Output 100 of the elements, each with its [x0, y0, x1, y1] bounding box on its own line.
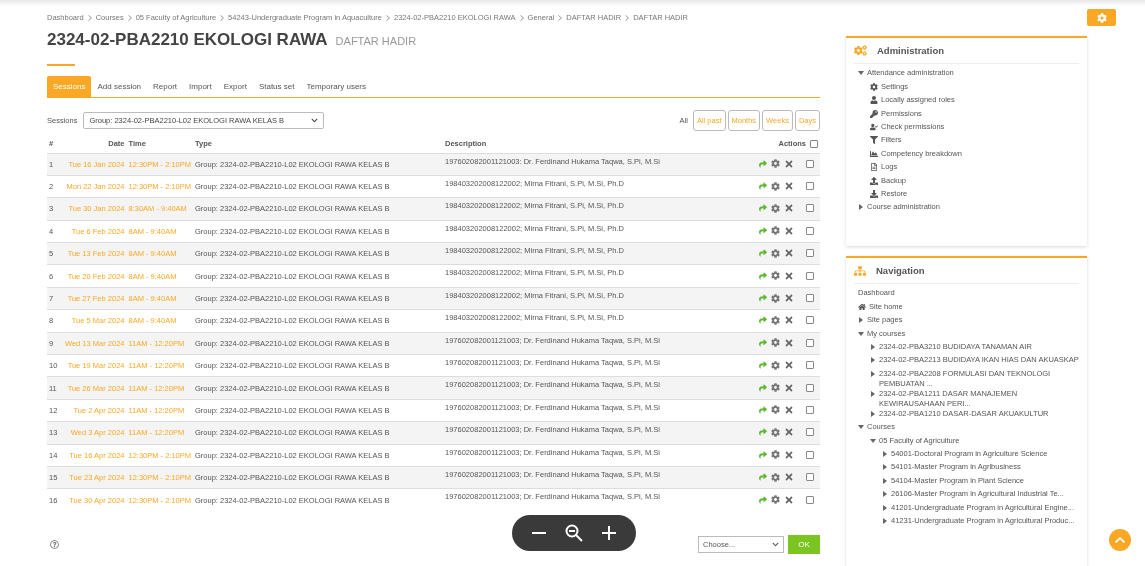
share-icon[interactable]	[759, 182, 767, 191]
caret-icon[interactable]	[870, 357, 876, 364]
caret-icon[interactable]	[858, 330, 864, 337]
user-check-icon	[870, 123, 878, 131]
gear-icon[interactable]	[771, 159, 780, 169]
share-icon[interactable]	[759, 473, 767, 482]
checkbox[interactable]	[806, 294, 814, 303]
gear-icon	[870, 82, 878, 91]
document-icon	[870, 163, 878, 172]
close-icon[interactable]	[784, 472, 794, 483]
chevron-icon	[625, 15, 630, 21]
gear-icon[interactable]	[771, 360, 780, 370]
share-icon[interactable]	[759, 159, 767, 168]
checkbox[interactable]	[806, 473, 814, 482]
caret-icon[interactable]	[870, 437, 876, 444]
gear-icon[interactable]	[771, 315, 780, 325]
close-icon[interactable]	[784, 449, 794, 460]
caret-icon[interactable]	[870, 390, 876, 397]
checkbox[interactable]	[806, 406, 814, 414]
chevron-icon	[127, 15, 132, 21]
share-icon[interactable]	[759, 361, 767, 370]
share-icon[interactable]	[759, 495, 767, 504]
caret-icon[interactable]	[882, 464, 888, 471]
caret-icon[interactable]	[882, 504, 888, 511]
gear-icon[interactable]	[771, 495, 780, 505]
gear-icon[interactable]	[771, 472, 780, 482]
help-icon[interactable]	[50, 540, 59, 550]
gear-icon[interactable]	[771, 248, 780, 258]
close-icon[interactable]	[784, 248, 794, 259]
checkbox[interactable]	[810, 139, 818, 148]
close-icon[interactable]	[784, 270, 794, 281]
share-icon[interactable]	[759, 338, 767, 347]
caret-icon[interactable]	[858, 204, 864, 211]
close-icon[interactable]	[784, 158, 794, 169]
checkbox[interactable]	[806, 495, 814, 504]
gear-icon[interactable]	[771, 427, 780, 437]
tab[interactable]: Import	[183, 76, 218, 97]
caret-icon[interactable]	[882, 451, 888, 457]
share-icon[interactable]	[759, 383, 767, 392]
zoom-out-icon[interactable]	[565, 524, 583, 542]
checkbox[interactable]	[806, 226, 814, 235]
tab[interactable]: Add session	[91, 76, 148, 97]
checkbox[interactable]	[806, 383, 814, 392]
close-icon[interactable]	[784, 181, 794, 192]
gear-icon[interactable]	[771, 293, 780, 303]
checkbox[interactable]	[806, 159, 814, 168]
close-icon[interactable]	[784, 225, 794, 236]
caret-icon[interactable]	[858, 70, 864, 77]
share-icon[interactable]	[759, 428, 767, 437]
share-icon[interactable]	[759, 294, 767, 303]
tab[interactable]: Export	[217, 76, 253, 97]
close-icon[interactable]	[784, 382, 794, 393]
checkbox[interactable]	[806, 182, 814, 191]
checkbox[interactable]	[806, 249, 814, 258]
share-icon[interactable]	[759, 450, 767, 459]
close-icon[interactable]	[784, 293, 794, 304]
close-icon[interactable]	[784, 427, 794, 438]
checkbox[interactable]	[806, 271, 814, 280]
caret-icon[interactable]	[870, 410, 876, 417]
share-icon[interactable]	[759, 316, 767, 325]
page-subtitle: DAFTAR HADIR	[335, 35, 417, 47]
caret-icon[interactable]	[870, 344, 876, 351]
gear-icon[interactable]	[771, 383, 780, 393]
caret-icon[interactable]	[858, 317, 864, 324]
plus-icon[interactable]	[601, 525, 617, 541]
key-icon	[870, 109, 878, 118]
caret-icon[interactable]	[858, 424, 864, 431]
close-icon[interactable]	[784, 203, 794, 214]
gear-icon[interactable]	[771, 405, 780, 415]
checkbox[interactable]	[806, 428, 814, 437]
close-icon[interactable]	[784, 405, 794, 415]
caret-icon[interactable]	[882, 491, 888, 498]
share-icon[interactable]	[759, 226, 767, 235]
panel-title: Navigation	[876, 265, 925, 277]
tab[interactable]: Temporary users	[300, 76, 373, 97]
gear-icon[interactable]	[771, 181, 780, 191]
share-icon[interactable]	[759, 249, 767, 258]
share-icon[interactable]	[759, 204, 767, 213]
checkbox[interactable]	[806, 316, 814, 325]
checkbox[interactable]	[806, 450, 814, 459]
tab[interactable]: Report	[147, 76, 184, 97]
close-icon[interactable]	[784, 360, 794, 371]
close-icon[interactable]	[784, 494, 794, 505]
gear-icon[interactable]	[771, 450, 780, 460]
gear-icon[interactable]	[771, 271, 780, 281]
share-icon[interactable]	[759, 271, 767, 280]
filter-icon	[870, 136, 878, 145]
caret-icon[interactable]	[870, 370, 876, 377]
checkbox[interactable]	[806, 204, 814, 213]
gear-icon[interactable]	[771, 203, 780, 213]
close-icon[interactable]	[784, 315, 794, 326]
caret-icon[interactable]	[882, 477, 888, 484]
caret-icon[interactable]	[882, 517, 888, 524]
tab[interactable]: Status set	[252, 76, 301, 97]
checkbox[interactable]	[806, 338, 814, 347]
gear-icon[interactable]	[771, 226, 780, 236]
share-icon[interactable]	[759, 406, 767, 414]
gear-icon[interactable]	[771, 338, 780, 348]
checkbox[interactable]	[806, 361, 814, 370]
close-icon[interactable]	[784, 337, 794, 348]
